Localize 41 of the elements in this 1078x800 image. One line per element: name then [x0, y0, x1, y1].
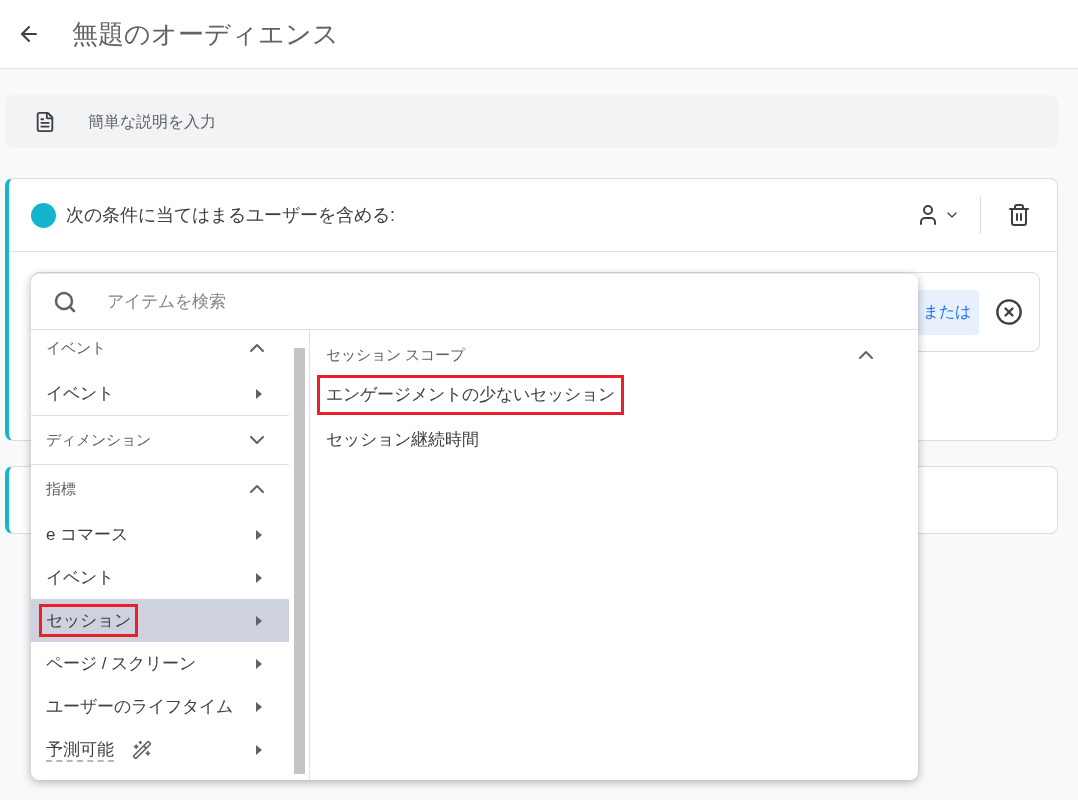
menu-item[interactable]: e コマース	[31, 513, 290, 556]
section-header[interactable]: ディメンション	[31, 416, 290, 464]
item-label: イベント	[45, 382, 115, 405]
description-field[interactable]: 簡単な説明を入力	[5, 95, 1058, 148]
magic-wand-icon	[132, 739, 152, 760]
scrollbar-thumb[interactable]	[293, 348, 305, 774]
search-icon	[53, 289, 77, 314]
section-header[interactable]: イベント	[31, 330, 290, 372]
caret-icon	[255, 615, 264, 626]
close-icon	[995, 298, 1023, 326]
caret-icon	[255, 658, 264, 669]
item-label: e コマース	[45, 523, 130, 546]
caret-icon	[255, 744, 264, 755]
caret-icon	[255, 701, 264, 712]
item-label: イベント	[45, 566, 115, 589]
caret-icon	[255, 388, 264, 399]
document-icon	[34, 110, 56, 133]
metric-item[interactable]: エンゲージメントの少ないセッション	[320, 378, 621, 412]
menu-item[interactable]: ページ / スクリーン	[31, 642, 290, 685]
page-title: 無題のオーディエンス	[72, 17, 339, 51]
menu-item[interactable]: イベント	[31, 372, 290, 415]
caret-icon	[255, 529, 264, 540]
item-label: ページ / スクリーン	[45, 652, 198, 675]
menu-item[interactable]: セッション	[31, 599, 290, 642]
menu-item[interactable]: イベント	[31, 556, 290, 599]
trash-icon	[1007, 203, 1031, 227]
description-input[interactable]: 簡単な説明を入力	[88, 109, 888, 134]
item-label: セッション	[42, 606, 135, 635]
delete-button[interactable]	[1007, 203, 1031, 227]
remove-button[interactable]	[995, 298, 1023, 326]
or-button[interactable]: または	[915, 289, 979, 335]
item-label: ユーザーのライフタイム	[45, 695, 234, 718]
item-label: 予測可能	[45, 738, 115, 761]
menu-item[interactable]: 予測可能	[31, 728, 290, 771]
metric-item[interactable]: セッション継続時間	[320, 422, 485, 456]
menu-item[interactable]: ユーザーのライフタイム	[31, 685, 290, 728]
condition-title: 次の条件に当てはまるユーザーを含める:	[66, 203, 395, 227]
caret-icon	[255, 572, 264, 583]
section-header[interactable]: 指標	[31, 465, 290, 513]
section-header[interactable]: セッション スコープ	[310, 340, 918, 370]
search-field[interactable]: アイテムを検索	[107, 288, 707, 315]
